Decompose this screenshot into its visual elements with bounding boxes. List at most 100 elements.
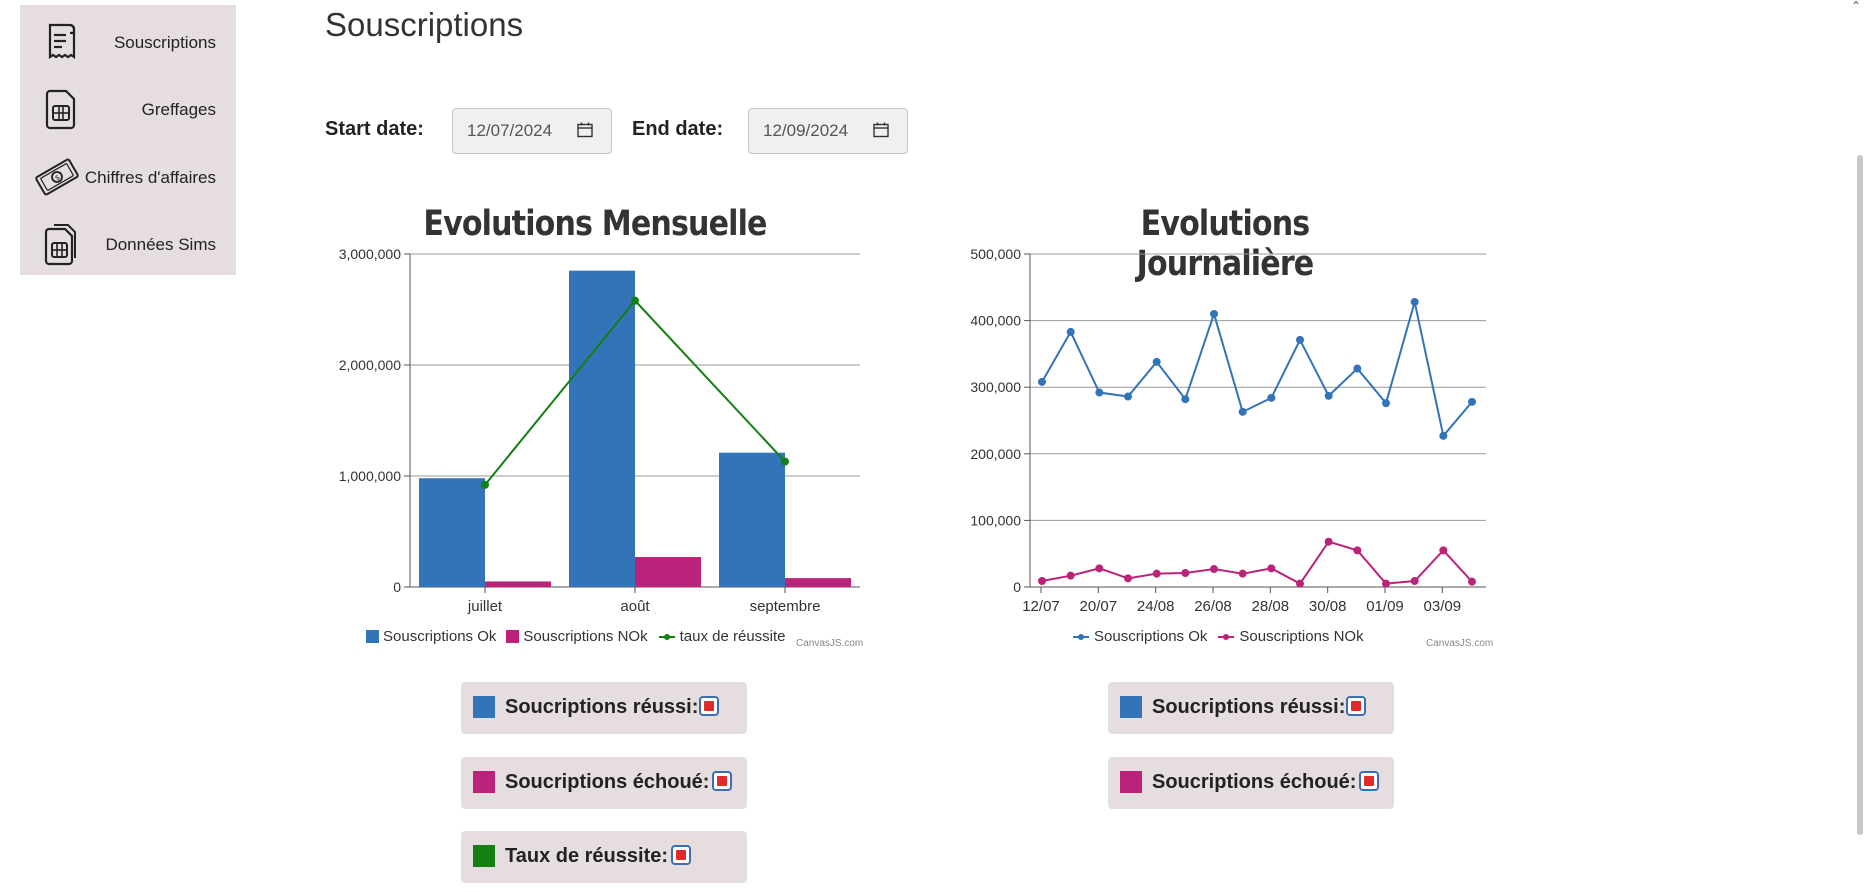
sidebar-item-greffages[interactable]: Greffages [20,76,236,138]
x-tick-label: août [620,598,650,615]
data-point [1468,577,1476,586]
data-point [1038,377,1046,386]
monthly-chart: 0 1,000,000 2,000,000 3,000,000 juillet août s… [339,246,860,615]
taux-point [781,457,789,466]
end-date-input[interactable]: 12/09/2024 [748,108,908,154]
toggle-ok-monthly: Soucriptions réussi: [461,682,747,734]
bar [485,581,551,587]
color-swatch [473,771,495,793]
taux-point [631,296,639,305]
scroll-up-arrow-icon[interactable]: ⌃ [1849,0,1863,12]
data-point [1210,309,1218,318]
y-tick-label: 2,000,000 [339,357,401,373]
sidebar-item-donnees-sims[interactable]: Données Sims [20,211,236,273]
data-point [1439,546,1448,555]
data-point [1410,577,1419,586]
legend-item-ok[interactable]: Souscriptions Ok [1072,628,1207,645]
data-point [1382,399,1390,408]
sidebar-item-label: Souscriptions [113,33,216,52]
toggle-taux-monthly: Taux de réussite: [461,831,747,883]
color-swatch [1120,696,1142,718]
data-point [1066,327,1075,336]
sidebar-item-label: Chiffres d'affaires [84,168,216,187]
toggle-ok-daily: Soucriptions réussi: [1108,682,1394,734]
data-point [1124,392,1132,401]
sim-card-icon [45,89,76,130]
data-point [1267,564,1276,573]
y-tick-label: 1,000,000 [339,468,401,484]
legend-swatch [366,630,379,643]
calendar-icon[interactable] [577,122,593,138]
y-tick-label: 0 [393,579,401,595]
bar [785,578,851,587]
color-swatch [473,696,495,718]
data-point [1152,569,1161,578]
data-point [1296,579,1304,588]
toggle-nok-daily: Soucriptions échoué: [1108,757,1394,809]
legend-item-taux[interactable]: taux de réussite [658,628,786,645]
data-point [1324,537,1333,546]
data-point [1324,391,1333,400]
bar [719,452,785,587]
chart-credit[interactable]: CanvasJS.com [1426,638,1493,649]
sidebar: Souscriptions Greffages $ Chiffres d'aff… [20,5,236,275]
data-point [1267,393,1276,402]
toggle-label: Soucriptions réussi: [1152,696,1346,718]
end-date-label: End date: [632,118,724,140]
series-checkbox[interactable] [1359,771,1379,791]
data-point [1124,574,1132,583]
x-tick-label: 26/08 [1194,598,1232,615]
legend-line-marker [658,633,675,640]
start-date-input[interactable]: 12/07/2024 [452,108,612,154]
legend-label: Souscriptions NOk [1239,628,1364,645]
toggle-label: Soucriptions échoué: [505,771,710,793]
sidebar-item-souscriptions[interactable]: Souscriptions [20,9,236,71]
x-tick-label: juillet [467,598,503,615]
series-checkbox[interactable] [699,696,719,716]
legend-item-nok[interactable]: Souscriptions NOk [506,628,648,645]
data-point [1181,569,1190,578]
x-tick-label: 30/08 [1309,598,1347,615]
x-tick-label: 01/09 [1366,598,1404,615]
legend-line-marker [1218,633,1235,640]
data-point [1382,579,1390,588]
data-point [1038,577,1046,586]
receipt-icon [48,23,76,60]
x-tick-label: 03/09 [1424,598,1462,615]
start-date-label: Start date: [325,118,424,140]
sidebar-item-label: Greffages [141,100,216,119]
x-tick-label: 20/07 [1080,598,1118,615]
legend-label: taux de réussite [679,628,786,645]
y-tick-label: 100,000 [970,512,1021,528]
page-title: Souscriptions [325,6,524,43]
data-point [1238,407,1247,416]
series-checkbox[interactable] [1346,696,1366,716]
x-tick-label: 12/07 [1022,598,1060,615]
daily-chart: 0 100,000 200,000 300,000 400,000 500,000 12/0… [970,246,1486,615]
series-checkbox[interactable] [712,771,732,791]
legend-item-nok[interactable]: Souscriptions NOk [1217,628,1364,645]
legend-label: Souscriptions Ok [1094,628,1208,645]
chart-credit[interactable]: CanvasJS.com [796,638,863,649]
toggle-label: Soucriptions réussi: [505,696,699,718]
legend-item-ok[interactable]: Souscriptions Ok [366,628,496,645]
y-tick-label: 0 [1013,579,1021,595]
money-icon: $ [35,158,79,196]
legend-label: Souscriptions Ok [383,628,497,645]
daily-chart-legend: Souscriptions Ok Souscriptions NOk [1072,628,1364,645]
data-point [1296,335,1304,344]
data-point [1353,364,1362,373]
end-date-value: 12/09/2024 [763,121,849,140]
sidebar-item-chiffres-affaires[interactable]: $ Chiffres d'affaires [20,144,236,206]
y-tick-label: 300,000 [970,379,1021,395]
start-date-value: 12/07/2024 [467,121,553,140]
calendar-icon[interactable] [873,122,889,138]
bar [419,478,485,587]
data-point [1439,431,1448,440]
series-checkbox[interactable] [671,845,691,865]
color-swatch [473,845,495,867]
toggle-label: Soucriptions échoué: [1152,771,1357,793]
y-tick-label: 200,000 [970,446,1021,462]
scrollbar[interactable] [1857,155,1863,835]
x-tick-label: 28/08 [1252,598,1290,615]
